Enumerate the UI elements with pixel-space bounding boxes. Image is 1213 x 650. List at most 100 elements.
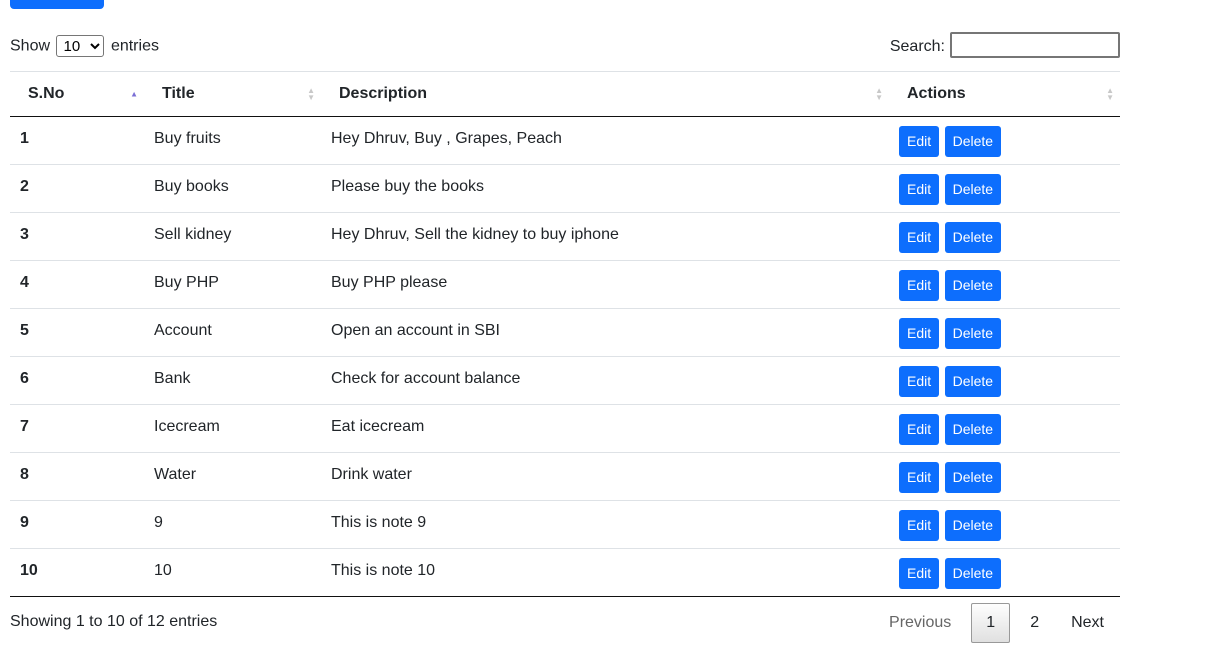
entries-length: Show 10 25 50 100 entries (10, 35, 159, 57)
entries-select[interactable]: 10 25 50 100 (56, 35, 105, 57)
sno-cell: 4 (20, 274, 29, 291)
table-row: 1 Buy fruits Hey Dhruv, Buy , Grapes, Pe… (10, 117, 1120, 165)
next-button[interactable]: Next (1055, 603, 1120, 643)
pagination: Previous 1 2 Next (873, 602, 1120, 644)
add-note-button[interactable] (10, 0, 104, 9)
edit-button[interactable]: Edit (899, 222, 940, 253)
actions-header-label: Actions (907, 85, 966, 102)
search-label: Search: (889, 38, 945, 55)
description-header[interactable]: Description ▲ ▼ (321, 72, 889, 117)
delete-button[interactable]: Delete (944, 222, 1002, 253)
delete-button[interactable]: Delete (944, 126, 1002, 157)
entries-info: Showing 1 to 10 of 12 entries (10, 613, 218, 630)
page-1-button[interactable]: 1 (971, 603, 1011, 643)
sno-cell: 10 (20, 562, 38, 579)
description-cell: Please buy the books (331, 178, 484, 195)
table-row: 10 10 This is note 10 Edit Delete (10, 549, 1120, 597)
title-cell: Water (154, 466, 197, 483)
delete-button[interactable]: Delete (944, 366, 1002, 397)
sort-icon: ▲ ▼ (307, 86, 315, 102)
table-row: 8 Water Drink water Edit Delete (10, 453, 1120, 501)
delete-button[interactable]: Delete (944, 558, 1002, 589)
sno-cell: 6 (20, 370, 29, 387)
entries-label: entries (110, 37, 159, 55)
edit-button[interactable]: Edit (899, 558, 940, 589)
table-row: 2 Buy books Please buy the books Edit De… (10, 165, 1120, 213)
header-row: S.No ▲ Title ▲ ▼ Description ▲ ▼ Actions ▲… (10, 71, 1120, 117)
table-row: 6 Bank Check for account balance Edit De… (10, 357, 1120, 405)
sno-header[interactable]: S.No ▲ (10, 72, 144, 117)
table-footer: Showing 1 to 10 of 12 entries Previous 1… (10, 602, 1120, 646)
actions-cell: Edit Delete (889, 213, 1120, 261)
actions-cell: Edit Delete (889, 453, 1120, 501)
title-cell: Icecream (154, 418, 220, 435)
actions-cell: Edit Delete (889, 309, 1120, 357)
delete-button[interactable]: Delete (944, 462, 1002, 493)
sno-cell: 9 (20, 514, 29, 531)
description-cell: This is note 9 (331, 514, 427, 531)
actions-cell: Edit Delete (889, 117, 1120, 165)
title-cell: 10 (154, 562, 172, 579)
sort-asc-icon: ▲ (130, 89, 138, 99)
search-input[interactable] (950, 32, 1120, 58)
show-label: Show (10, 37, 51, 55)
actions-cell: Edit Delete (889, 261, 1120, 309)
description-cell: Check for account balance (331, 370, 521, 387)
edit-button[interactable]: Edit (899, 366, 940, 397)
delete-button[interactable]: Delete (944, 510, 1002, 541)
delete-button[interactable]: Delete (944, 174, 1002, 205)
table-row: 4 Buy PHP Buy PHP please Edit Delete (10, 261, 1120, 309)
actions-header[interactable]: Actions ▲ ▼ (889, 72, 1120, 117)
sort-icon: ▲ ▼ (1106, 86, 1114, 102)
title-header[interactable]: Title ▲ ▼ (144, 72, 321, 117)
description-cell: Open an account in SBI (331, 322, 500, 339)
edit-button[interactable]: Edit (899, 510, 940, 541)
sno-cell: 5 (20, 322, 29, 339)
title-header-label: Title (162, 85, 195, 102)
description-cell: Eat icecream (331, 418, 425, 435)
title-cell: Bank (154, 370, 191, 387)
title-cell: Account (154, 322, 212, 339)
table-row: 9 9 This is note 9 Edit Delete (10, 501, 1120, 549)
actions-cell: Edit Delete (889, 405, 1120, 453)
sort-icon: ▲ ▼ (875, 86, 883, 102)
edit-button[interactable]: Edit (899, 270, 940, 301)
sno-cell: 3 (20, 226, 29, 243)
description-cell: This is note 10 (331, 562, 436, 579)
description-cell: Drink water (331, 466, 412, 483)
sno-cell: 8 (20, 466, 29, 483)
edit-button[interactable]: Edit (899, 414, 940, 445)
edit-button[interactable]: Edit (899, 318, 940, 349)
delete-button[interactable]: Delete (944, 270, 1002, 301)
search-box: Search: (890, 32, 1120, 62)
actions-cell: Edit Delete (889, 501, 1120, 549)
title-cell: 9 (154, 514, 163, 531)
sno-cell: 1 (20, 130, 29, 147)
table-controls: Show 10 25 50 100 entries Search: (10, 32, 1120, 66)
table-row: 5 Account Open an account in SBI Edit De… (10, 309, 1120, 357)
delete-button[interactable]: Delete (944, 318, 1002, 349)
actions-cell: Edit Delete (889, 549, 1120, 597)
previous-button[interactable]: Previous (873, 603, 967, 643)
edit-button[interactable]: Edit (899, 126, 940, 157)
title-cell: Sell kidney (154, 226, 232, 243)
sno-cell: 2 (20, 178, 29, 195)
edit-button[interactable]: Edit (899, 174, 940, 205)
description-header-label: Description (339, 85, 428, 102)
table-row: 3 Sell kidney Hey Dhruv, Sell the kidney… (10, 213, 1120, 261)
table-row: 7 Icecream Eat icecream Edit Delete (10, 405, 1120, 453)
notes-table: S.No ▲ Title ▲ ▼ Description ▲ ▼ Actions ▲… (10, 71, 1120, 597)
title-cell: Buy books (154, 178, 229, 195)
edit-button[interactable]: Edit (899, 462, 940, 493)
actions-cell: Edit Delete (889, 357, 1120, 405)
title-cell: Buy PHP (154, 274, 219, 291)
delete-button[interactable]: Delete (944, 414, 1002, 445)
sno-header-label: S.No (28, 85, 65, 102)
description-cell: Buy PHP please (331, 274, 448, 291)
title-cell: Buy fruits (154, 130, 221, 147)
sno-cell: 7 (20, 418, 29, 435)
page-2-button[interactable]: 2 (1014, 603, 1055, 643)
description-cell: Hey Dhruv, Buy , Grapes, Peach (331, 130, 562, 147)
description-cell: Hey Dhruv, Sell the kidney to buy iphone (331, 226, 619, 243)
actions-cell: Edit Delete (889, 165, 1120, 213)
